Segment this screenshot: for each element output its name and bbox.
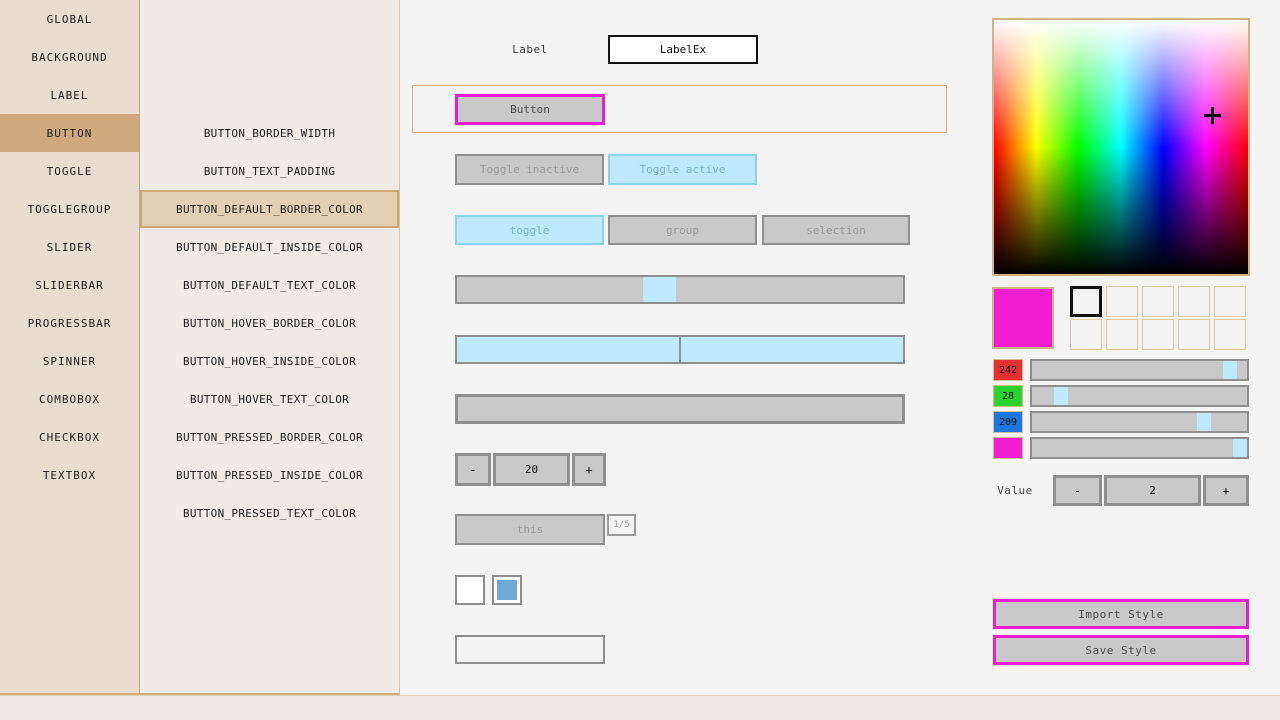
sidebar-item-combobox[interactable]: COMBOBOX <box>0 380 139 418</box>
param-item-pressed-border-color[interactable]: BUTTON_PRESSED_BORDER_COLOR <box>140 418 399 456</box>
sidebar-item-spinner[interactable]: SPINNER <box>0 342 139 380</box>
spinner-plus-button[interactable]: + <box>572 453 606 486</box>
slider-thumb[interactable] <box>1196 413 1211 431</box>
picker-cursor[interactable] <box>1203 106 1221 124</box>
textbox-preview[interactable] <box>455 635 605 664</box>
sidebar-item-label[interactable]: LABEL <box>0 76 139 114</box>
swatch-cell[interactable] <box>1106 286 1138 317</box>
sidebar-item-background[interactable]: BACKGROUND <box>0 38 139 76</box>
togglegroup-item-toggle[interactable]: toggle <box>455 215 604 245</box>
current-color-swatch <box>992 287 1054 349</box>
parameter-list: BUTTON_BORDER_WIDTH BUTTON_TEXT_PADDING … <box>140 114 399 532</box>
label-caption: Label <box>512 43 548 56</box>
swatch-cell[interactable] <box>1178 319 1210 350</box>
green-value-badge: 28 <box>993 385 1023 407</box>
param-item-hover-text-color[interactable]: BUTTON_HOVER_TEXT_COLOR <box>140 380 399 418</box>
swatch-cell[interactable] <box>1214 319 1246 350</box>
alpha-channel-row <box>993 437 1250 459</box>
green-channel-row: 28 <box>993 385 1250 407</box>
checkbox-unchecked[interactable] <box>455 575 485 605</box>
red-value-badge: 242 <box>993 359 1023 381</box>
color-picker-field[interactable] <box>992 18 1250 276</box>
sidebar-item-sliderbar[interactable]: SLIDERBAR <box>0 266 139 304</box>
param-item-default-text-color[interactable]: BUTTON_DEFAULT_TEXT_COLOR <box>140 266 399 304</box>
swatch-cell[interactable] <box>1178 286 1210 317</box>
footer-strip <box>0 695 1280 720</box>
sidebar-item-textbox[interactable]: TEXTBOX <box>0 456 139 494</box>
swatch-cell[interactable] <box>1214 286 1246 317</box>
toggle-active-preview[interactable]: Toggle active <box>608 154 757 185</box>
sliderbar-right-segment <box>681 337 903 362</box>
green-channel-slider[interactable] <box>1030 385 1249 407</box>
red-channel-row: 242 <box>993 359 1250 381</box>
togglegroup-item-selection[interactable]: selection <box>762 215 910 245</box>
swatch-cell[interactable] <box>1142 286 1174 317</box>
blue-channel-slider[interactable] <box>1030 411 1249 433</box>
sidebar-item-button[interactable]: BUTTON <box>0 114 139 152</box>
alpha-channel-slider[interactable] <box>1030 437 1249 459</box>
checkbox-checked[interactable] <box>492 575 522 605</box>
param-item-hover-border-color[interactable]: BUTTON_HOVER_BORDER_COLOR <box>140 304 399 342</box>
param-item-border-width[interactable]: BUTTON_BORDER_WIDTH <box>140 114 399 152</box>
combobox-preview[interactable]: this <box>455 514 605 545</box>
value-spinner-plus-button[interactable]: + <box>1203 475 1249 506</box>
swatch-cell[interactable] <box>1142 319 1174 350</box>
red-channel-slider[interactable] <box>1030 359 1249 381</box>
value-caption: Value <box>997 484 1033 497</box>
value-spinner-value: 2 <box>1104 475 1201 506</box>
param-item-text-padding[interactable]: BUTTON_TEXT_PADDING <box>140 152 399 190</box>
sidebar-item-toggle[interactable]: TOGGLE <box>0 152 139 190</box>
parameter-list-panel: BUTTON_BORDER_WIDTH BUTTON_TEXT_PADDING … <box>140 0 400 695</box>
import-style-button[interactable]: Import Style <box>993 599 1249 629</box>
swatch-cell[interactable] <box>1070 319 1102 350</box>
sliderbar-preview[interactable] <box>455 335 905 364</box>
slider-preview[interactable] <box>455 275 905 304</box>
preview-slider-thumb[interactable] <box>642 277 676 302</box>
slider-thumb[interactable] <box>1054 387 1069 405</box>
alpha-color-badge <box>993 437 1023 459</box>
param-item-pressed-inside-color[interactable]: BUTTON_PRESSED_INSIDE_COLOR <box>140 456 399 494</box>
sidebar-item-togglegroup[interactable]: TOGGLEGROUP <box>0 190 139 228</box>
param-item-pressed-text-color[interactable]: BUTTON_PRESSED_TEXT_COLOR <box>140 494 399 532</box>
spinner-value: 20 <box>493 453 570 486</box>
label-preview-textbox[interactable]: LabelEx <box>608 35 758 64</box>
button-preview[interactable]: Button <box>455 94 605 125</box>
save-style-button[interactable]: Save Style <box>993 635 1249 665</box>
sidebar-item-checkbox[interactable]: CHECKBOX <box>0 418 139 456</box>
checkbox-check-mark <box>497 580 517 600</box>
slider-thumb[interactable] <box>1222 361 1237 379</box>
param-item-default-border-color[interactable]: BUTTON_DEFAULT_BORDER_COLOR <box>140 190 399 228</box>
combobox-page-badge: 1/5 <box>607 514 636 536</box>
sidebar-item-global[interactable]: GLOBAL <box>0 0 139 38</box>
value-spinner-minus-button[interactable]: - <box>1053 475 1102 506</box>
category-sidebar: GLOBAL BACKGROUND LABEL BUTTON TOGGLE TO… <box>0 0 140 695</box>
picker-cursor-horizontal-bar <box>1203 113 1221 117</box>
slider-thumb[interactable] <box>1233 439 1247 457</box>
sidebar-item-progressbar[interactable]: PROGRESSBAR <box>0 304 139 342</box>
param-item-hover-inside-color[interactable]: BUTTON_HOVER_INSIDE_COLOR <box>140 342 399 380</box>
blue-channel-row: 209 <box>993 411 1250 433</box>
blue-value-badge: 209 <box>993 411 1023 433</box>
spinner-minus-button[interactable]: - <box>455 453 491 486</box>
toggle-inactive-preview[interactable]: Toggle inactive <box>455 154 604 185</box>
swatch-cell[interactable] <box>1070 286 1102 317</box>
sliderbar-left-segment <box>457 337 681 362</box>
param-item-default-inside-color[interactable]: BUTTON_DEFAULT_INSIDE_COLOR <box>140 228 399 266</box>
progressbar-preview <box>455 394 905 424</box>
saved-swatch-grid <box>1070 286 1246 350</box>
togglegroup-item-group[interactable]: group <box>608 215 757 245</box>
sidebar-item-slider[interactable]: SLIDER <box>0 228 139 266</box>
swatch-cell[interactable] <box>1106 319 1138 350</box>
